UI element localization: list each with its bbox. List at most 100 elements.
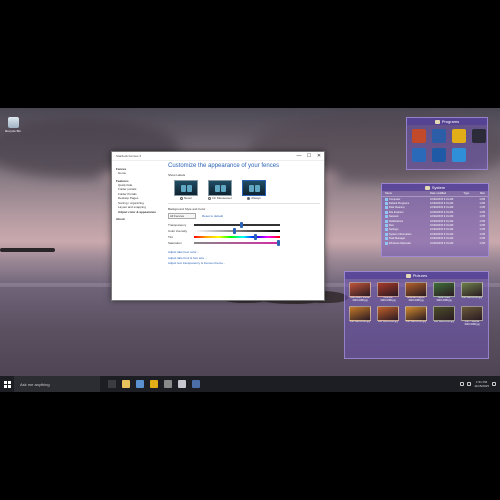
column-size[interactable]: Size <box>477 192 485 195</box>
sidebar-heading-about[interactable]: About <box>116 217 161 221</box>
slider-label: Tint <box>168 235 173 239</box>
picture-item[interactable]: Overlook 1920×1080.jpg <box>377 282 399 303</box>
system-list: Computer 10/30/2015 3:31 AM 1 KB Default Pr… <box>382 197 488 245</box>
column-type[interactable]: Type <box>463 192 477 195</box>
item-date: 10/30/2015 3:31 AM <box>430 215 454 219</box>
folder-icon[interactable] <box>122 380 130 388</box>
program-icons <box>407 125 487 166</box>
picture-caption: Green Field 1920×1080.jpg <box>436 297 452 302</box>
folder-icon <box>424 185 430 190</box>
radio-icon <box>247 196 251 200</box>
item-date: 10/30/2015 3:31 AM <box>430 232 454 236</box>
fence-title-bar[interactable]: Programs <box>407 118 487 125</box>
slider-track[interactable] <box>194 240 280 246</box>
preview-thumbnail <box>242 180 266 196</box>
label-option-always[interactable]: Always <box>242 180 266 200</box>
fence-title-bar[interactable]: System <box>382 184 488 191</box>
notifications-icon[interactable] <box>492 382 496 386</box>
picture-item[interactable]: Pier 1920×1080.jpg <box>433 306 455 327</box>
picture-item[interactable]: Blue Beach Sunset 1920×1080.jpg <box>349 282 371 303</box>
clock[interactable]: 1:51 PM 11/15/2015 <box>474 380 489 388</box>
picture-item[interactable]: Green Field 1920×1080.jpg <box>433 282 455 303</box>
window-titlebar[interactable]: Stardock Fences 3 — ☐ ✕ <box>112 152 324 161</box>
programs-fence[interactable]: Programs <box>406 117 488 170</box>
picture-item[interactable]: Pier 1920×1080.jpg <box>349 306 371 327</box>
shortcut-icon <box>385 241 388 245</box>
reset-default-link[interactable]: Reset to default <box>202 214 223 218</box>
picture-caption: Blue Beach Sunset 1920×1080.jpg <box>350 297 370 302</box>
sidebar-item-appearance[interactable]: Adjust color & appearance <box>116 210 161 215</box>
fence-select-dropdown[interactable]: All Fences <box>168 213 196 219</box>
picture-item[interactable]: Pier 1920×1080.jpg <box>377 306 399 327</box>
picture-item[interactable]: Pier 1920×1080.jpg <box>461 282 483 303</box>
label-color-link[interactable]: Adjust label text color... <box>168 250 320 254</box>
sidebar-item-home[interactable]: Home <box>116 171 161 176</box>
app-icon[interactable] <box>412 148 426 162</box>
recycle-bin-glyph <box>7 117 19 128</box>
radio-icon <box>179 196 183 200</box>
item-name: Windows Defender <box>389 241 411 245</box>
fence-title: Programs <box>441 119 460 124</box>
slider-thumb[interactable] <box>276 240 280 246</box>
column-name[interactable]: Name <box>385 192 430 195</box>
item-name: System Information <box>389 232 412 236</box>
settings-icon[interactable] <box>164 380 172 388</box>
picture-item[interactable]: Pier – Sunrise 1920×1080.jpg <box>461 306 483 327</box>
slider-track[interactable] <box>194 228 280 234</box>
slider-thumb[interactable] <box>254 234 258 240</box>
explorer-icon[interactable] <box>412 129 426 143</box>
slider-thumb[interactable] <box>239 222 243 228</box>
search-box[interactable]: Ask me anything <box>14 376 100 392</box>
item-name: Computer <box>389 197 401 201</box>
fences-icon[interactable] <box>192 380 200 388</box>
picture-item[interactable]: Mountain Lagoon 1920×1080.jpg <box>405 282 427 303</box>
picture-thumbnail <box>377 282 399 297</box>
column-date[interactable]: Date modified <box>430 192 463 195</box>
windows-logo-icon <box>3 380 11 388</box>
word-icon[interactable] <box>432 129 446 143</box>
item-size: 1 KB <box>479 206 485 210</box>
fence-title-bar[interactable]: Pictures <box>345 272 488 279</box>
label-font-link[interactable]: Adjust label font & font size... <box>168 256 320 260</box>
item-size: 1 KB <box>479 241 485 245</box>
shortcut-icon <box>385 232 388 236</box>
start-button[interactable] <box>0 380 14 388</box>
item-size: 1 KB <box>479 224 485 228</box>
label-option-never[interactable]: Never <box>174 180 198 200</box>
label-options: Never On Mouseover Always <box>174 180 320 200</box>
text-transparency-link[interactable]: Adjust text transparency & Fences theme.… <box>168 261 320 265</box>
chrome-icon[interactable] <box>452 129 466 143</box>
fences-icon[interactable] <box>472 129 486 143</box>
list-item[interactable]: Windows Defender 10/30/2015 3:31 AM 1 KB <box>382 241 488 245</box>
settings-window[interactable]: Stardock Fences 3 — ☐ ✕ Fences Home Feat… <box>111 151 325 301</box>
radio-icon <box>208 196 212 200</box>
item-name: Run <box>389 224 394 228</box>
volume-icon[interactable] <box>467 382 472 386</box>
recycle-bin-icon[interactable]: Recycle Bin <box>3 117 23 133</box>
saturation-slider[interactable]: Saturation <box>168 240 320 246</box>
label-option-mouseover[interactable]: On Mouseover <box>208 180 232 200</box>
store-icon[interactable] <box>136 380 144 388</box>
preview-thumbnail <box>208 180 232 196</box>
slider-track[interactable] <box>194 222 280 228</box>
picture-caption: Pier 1920×1080.jpg <box>434 321 454 323</box>
system-fence[interactable]: System Name Date modified Type Size Comp… <box>381 183 489 257</box>
maximize-button[interactable]: ☐ <box>304 152 314 161</box>
edge-icon[interactable] <box>432 148 446 162</box>
slider-track[interactable] <box>194 234 280 240</box>
pictures-fence[interactable]: Pictures Blue Beach Sunset 1920×1080.jpg… <box>344 271 489 359</box>
close-button[interactable]: ✕ <box>314 152 324 161</box>
app-icon[interactable] <box>178 380 186 388</box>
item-name: Settings <box>389 228 399 232</box>
network-icon[interactable] <box>460 382 465 386</box>
settings-content: Customize the appearance of your fences … <box>168 163 320 300</box>
picture-caption: Pier 1920×1080.jpg <box>378 321 398 323</box>
minimize-button[interactable]: — <box>294 152 304 161</box>
slider-thumb[interactable] <box>232 228 236 234</box>
item-size: 1 KB <box>479 197 485 201</box>
picture-item[interactable]: Pier 1920×1080.jpg <box>405 306 427 327</box>
store-icon[interactable] <box>452 148 466 162</box>
label-option-text: Always <box>251 196 261 200</box>
task-view-icon[interactable] <box>108 380 116 388</box>
chrome-icon[interactable] <box>150 380 158 388</box>
